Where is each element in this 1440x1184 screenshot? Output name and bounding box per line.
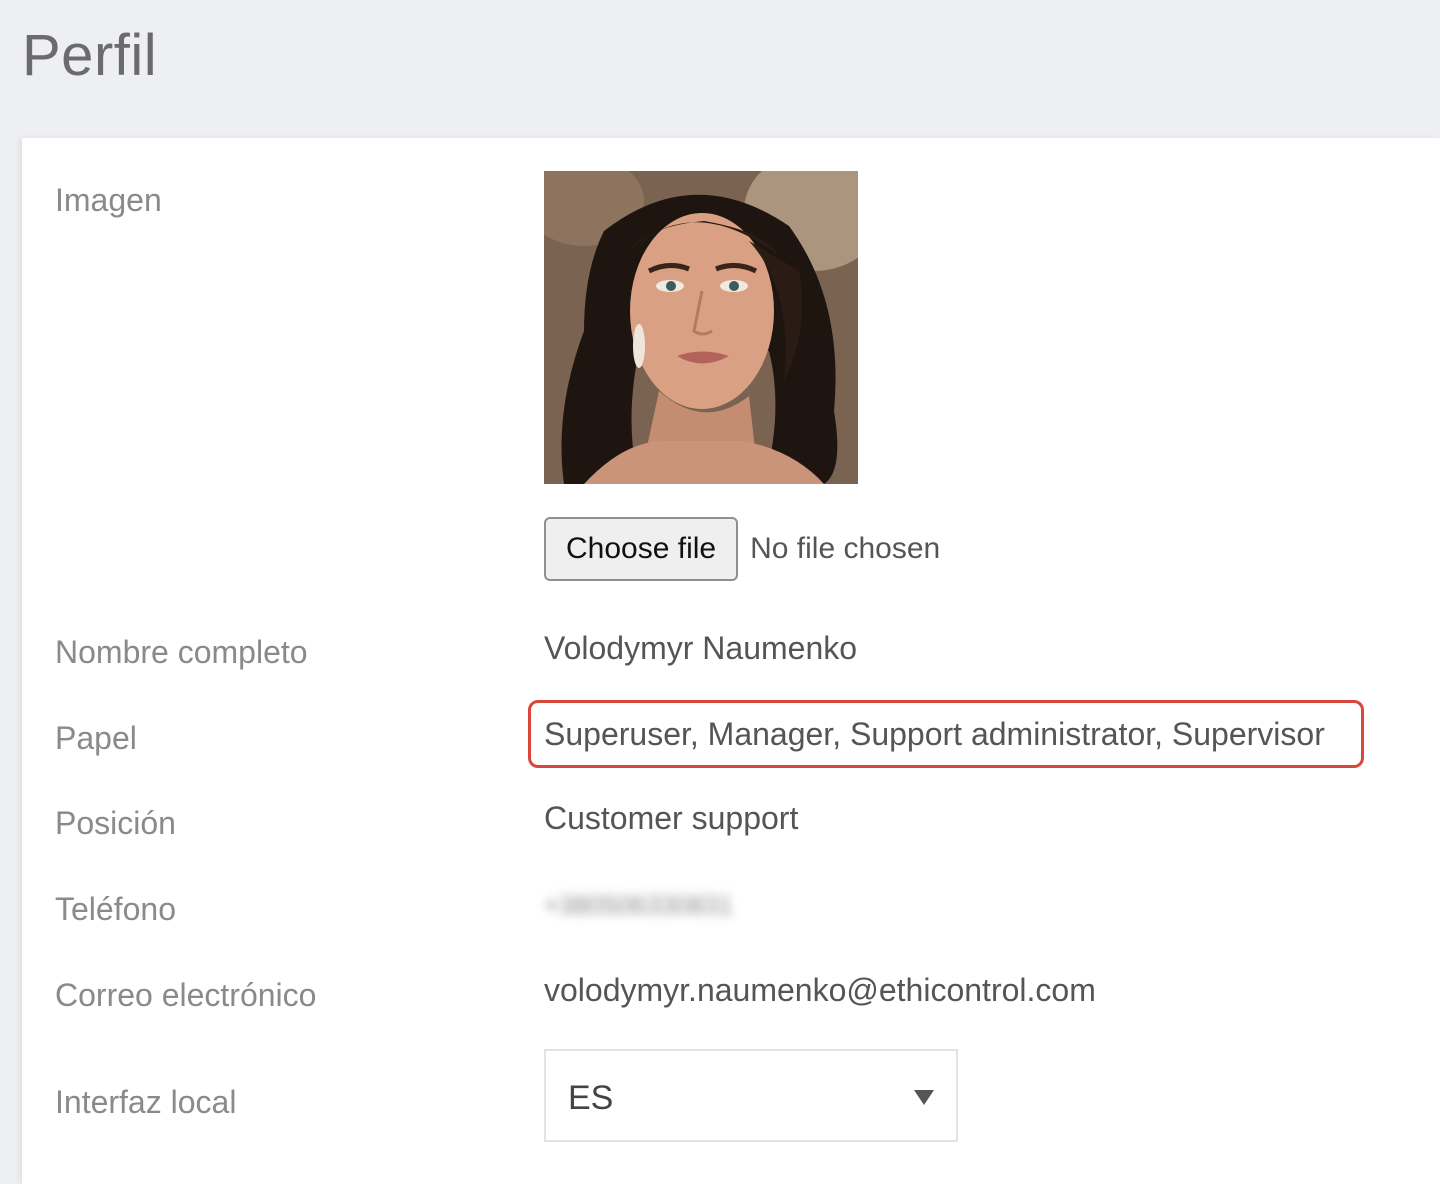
locale-select[interactable]: ES: [544, 1049, 958, 1142]
file-status-text: No file chosen: [750, 532, 941, 565]
profile-card: Imagen Choose file No file chosen Nombre…: [22, 138, 1440, 1184]
chevron-down-icon: [914, 1090, 934, 1105]
file-input[interactable]: Choose file No file chosen: [544, 517, 940, 581]
locale-label: Interfaz local: [55, 1084, 237, 1120]
profile-avatar: [544, 171, 858, 484]
phone-value: +380506330831: [544, 890, 733, 920]
email-label: Correo electrónico: [55, 977, 317, 1013]
full-name-value: Volodymyr Naumenko: [544, 630, 858, 666]
position-label: Posición: [55, 805, 176, 841]
page-header: Perfil: [0, 0, 1440, 138]
phone-label: Teléfono: [55, 891, 176, 927]
page-title: Perfil: [22, 23, 158, 88]
position-value: Customer support: [544, 800, 799, 836]
locale-select-value: ES: [568, 1079, 614, 1117]
email-value: volodymyr.naumenko@ethicontrol.com: [544, 972, 1096, 1008]
choose-file-button[interactable]: Choose file: [544, 517, 739, 581]
role-label: Papel: [55, 720, 137, 756]
avatar-portrait-image: [544, 171, 858, 484]
full-name-label: Nombre completo: [55, 634, 308, 670]
image-label: Imagen: [55, 182, 162, 218]
role-highlight-box: [528, 700, 1364, 768]
